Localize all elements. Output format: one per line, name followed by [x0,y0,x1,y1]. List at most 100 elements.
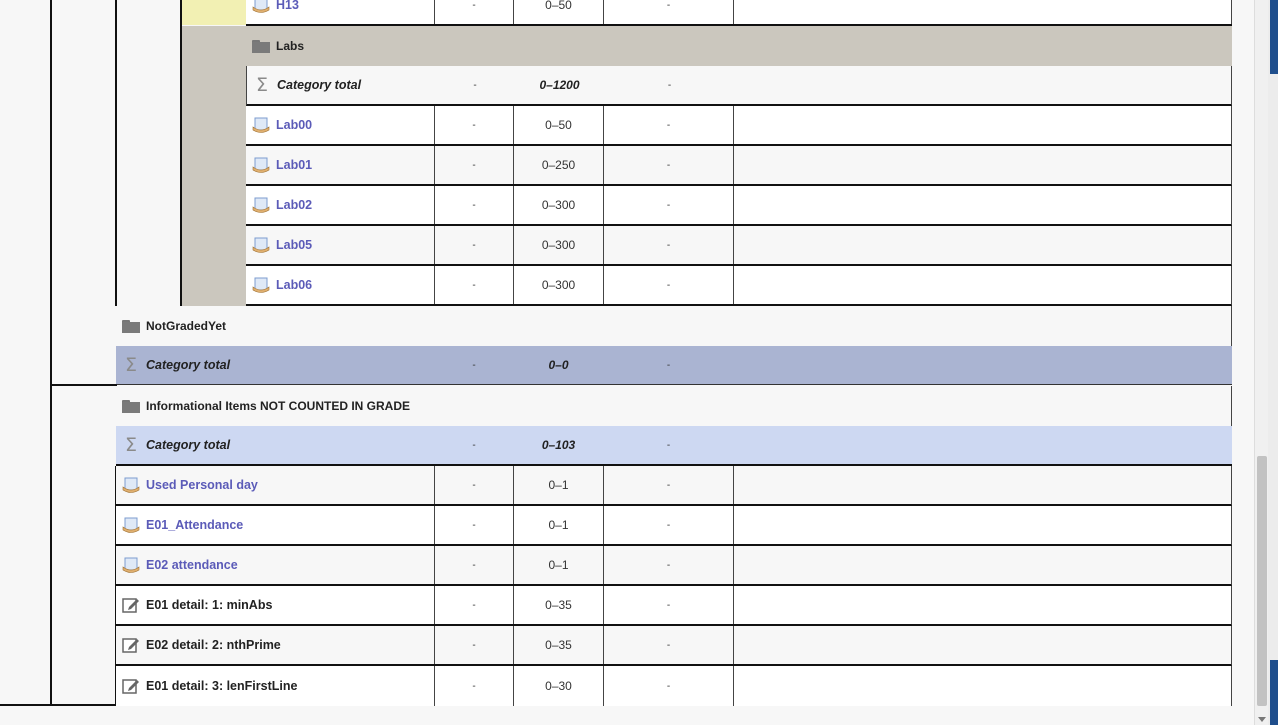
weight-cell: - [472,199,476,211]
weight-cell: - [472,559,476,571]
table-row: H13 - 0–50 - [246,0,1232,26]
category-total-label: Category total [277,78,362,92]
edit-icon [122,679,139,694]
table-row: Used Personal day - 0–1 - [116,466,1232,506]
range-cell: 0–50 [545,118,572,132]
weight-cell: - [472,279,476,291]
grade-item-link[interactable]: Lab02 [276,198,312,212]
range-cell: 0–35 [545,638,572,652]
percentage-cell: - [666,0,671,11]
indent-cell-h13 [182,0,246,25]
indent-cell-labs [182,26,246,306]
table-row: E02 attendance - 0–1 - [116,546,1232,586]
grade-item-link[interactable]: Lab01 [276,158,312,172]
grade-item-link[interactable]: Lab05 [276,238,312,252]
category-name: Labs [276,39,305,53]
table-row: Lab05 - 0–300 - [246,226,1232,266]
assignment-icon [252,237,270,253]
range-cell: 0–300 [541,198,576,212]
assignment-icon [122,557,140,573]
table-row: E01 detail: 1: minAbs - 0–35 - [116,586,1232,626]
range-cell: 0–0 [548,358,569,372]
grade-item-link[interactable]: Lab06 [276,278,312,292]
weight-cell: - [473,79,477,91]
category-name: NotGradedYet [146,319,227,333]
table-row: E01 detail: 3: lenFirstLine - 0–30 - [116,666,1232,706]
weight-cell: - [472,680,476,692]
percentage-cell: - [666,279,671,291]
category-total-row: Σ Category total - 0–0 - [116,346,1232,385]
percentage-cell: - [666,559,671,571]
table-row: E01_Attendance - 0–1 - [116,506,1232,546]
table-row: Lab00 - 0–50 - [246,106,1232,146]
category-total-label: Category total [146,358,231,372]
percentage-cell: - [666,239,671,251]
category-header-notgradedyet: NotGradedYet [116,306,1232,346]
assignment-icon [252,157,270,173]
assignment-icon [252,117,270,133]
percentage-cell: - [667,79,672,91]
percentage-cell: - [666,479,671,491]
percentage-cell: - [666,199,671,211]
vertical-scrollbar[interactable] [1254,0,1269,725]
weight-cell: - [472,479,476,491]
percentage-cell: - [666,359,671,371]
table-row: Lab06 - 0–300 - [246,266,1232,306]
percentage-cell: - [666,439,671,451]
edit-icon [122,598,139,613]
grade-item-name: E01 detail: 1: minAbs [146,598,273,612]
percentage-cell: - [666,519,671,531]
table-row: Lab02 - 0–300 - [246,186,1232,226]
folder-icon [252,39,270,53]
weight-cell: - [472,119,476,131]
weight-cell: - [472,239,476,251]
mid-indent-border [115,0,117,306]
scrollbar-thumb[interactable] [1257,456,1267,706]
grade-item-link[interactable]: Used Personal day [146,478,258,492]
weight-cell: - [472,159,476,171]
grade-item-link[interactable]: Lab00 [276,118,312,132]
scroll-down-arrow-icon[interactable] [1258,717,1266,722]
grade-item-link[interactable]: E01_Attendance [146,518,243,532]
weight-cell: - [472,639,476,651]
category-header-informational: Informational Items NOT COUNTED IN GRADE [116,386,1232,426]
weight-cell: - [472,599,476,611]
category-total-row: Σ Category total - 0–103 - [116,426,1232,466]
grade-item-name: E01 detail: 3: lenFirstLine [146,679,298,693]
percentage-cell: - [666,599,671,611]
side-panel-edge [1268,0,1278,725]
range-cell: 0–30 [545,679,572,693]
percentage-cell: - [666,119,671,131]
sigma-icon: Σ [124,433,137,456]
assignment-icon [122,477,140,493]
sigma-icon: Σ [255,73,268,96]
range-cell: 0–250 [541,158,576,172]
range-cell: 0–300 [541,278,576,292]
folder-icon [122,399,140,413]
folder-icon [122,319,140,333]
assignment-icon [252,277,270,293]
grade-item-link[interactable]: H13 [276,0,299,12]
table-row: E02 detail: 2: nthPrime - 0–35 - [116,626,1232,666]
assignment-icon [252,0,270,13]
sigma-icon: Σ [124,353,137,376]
edit-icon [122,638,139,653]
range-cell: 0–50 [545,0,572,12]
range-cell: 0–300 [541,238,576,252]
grade-item-name: E02 detail: 2: nthPrime [146,638,281,652]
category-total-label: Category total [146,438,231,452]
range-cell: 0–1 [548,558,569,572]
grade-item-link[interactable]: E02 attendance [146,558,238,572]
category-header-labs: Labs [246,26,1232,66]
category-name: Informational Items NOT COUNTED IN GRADE [146,399,411,413]
range-cell: 0–35 [545,598,572,612]
assignment-icon [122,517,140,533]
outer-indent-border [50,0,52,706]
weight-cell: - [472,0,476,11]
weight-cell: - [472,519,476,531]
percentage-cell: - [666,159,671,171]
range-cell: 0–1200 [539,78,580,92]
weight-cell: - [472,439,476,451]
weight-cell: - [472,359,476,371]
range-cell: 0–1 [548,478,569,492]
